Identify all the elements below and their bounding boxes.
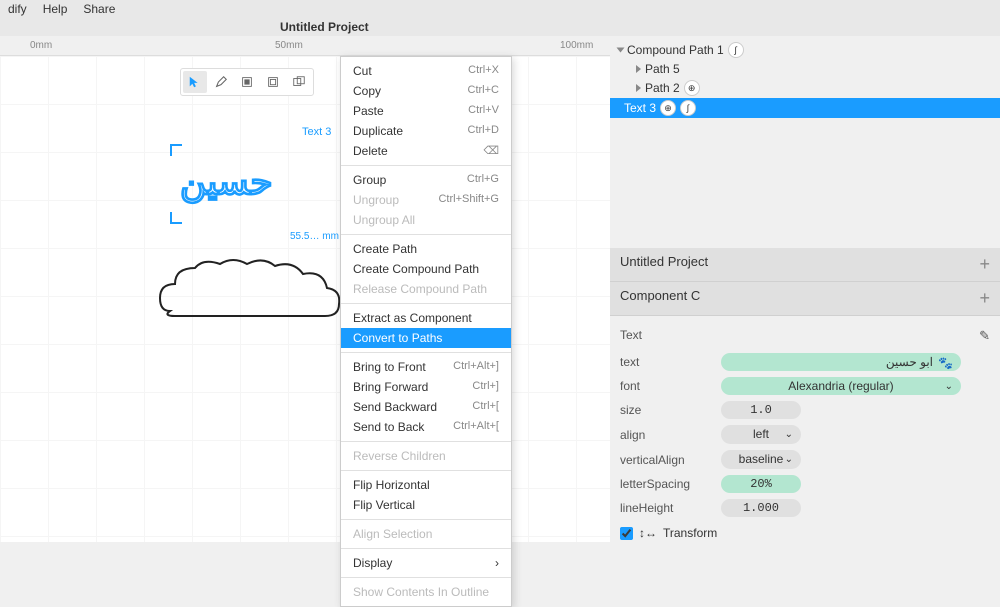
tool-pointer[interactable] — [183, 71, 207, 93]
expand-icon[interactable] — [617, 48, 625, 53]
menu-item-create-compound-path[interactable]: Create Compound Path — [341, 259, 511, 279]
menu-help[interactable]: Help — [43, 2, 68, 16]
menu-bar: dify Help Share — [0, 0, 1000, 18]
menu-separator — [341, 548, 511, 549]
selection-label: Text 3 — [302, 126, 331, 138]
prop-lineheight: lineHeight 1.000 — [610, 496, 1000, 520]
menu-separator — [341, 234, 511, 235]
section-project[interactable]: Untitled Project + — [610, 248, 1000, 282]
valign-select[interactable]: baseline⌄ — [721, 450, 801, 469]
move-icon: ⊕ — [684, 80, 700, 96]
menu-item-copy[interactable]: CopyCtrl+C — [341, 81, 511, 101]
tool-shape-3[interactable] — [287, 71, 311, 93]
prop-align: align left⌄ — [610, 422, 1000, 447]
size-input[interactable]: 1.0 — [721, 401, 801, 419]
chevron-down-icon: ⌄ — [785, 429, 793, 440]
expand-icon[interactable] — [636, 65, 641, 73]
lineheight-input[interactable]: 1.000 — [721, 499, 801, 517]
tool-pen[interactable] — [209, 71, 233, 93]
menu-item-delete[interactable]: Delete⌫ — [341, 141, 511, 161]
chevron-right-icon: › — [495, 556, 499, 570]
chevron-down-icon: ⌄ — [785, 454, 793, 465]
menu-item-align-selection: Align Selection — [341, 524, 511, 544]
chevron-down-icon: ⌄ — [945, 381, 953, 392]
menu-item-bring-forward[interactable]: Bring ForwardCtrl+] — [341, 377, 511, 397]
move-icon: ⊕ — [660, 100, 676, 116]
canvas-area: 0mm 50mm 100mm Text 3 حسين 55.5… mm CutC… — [0, 36, 610, 542]
floating-toolbar — [180, 68, 314, 96]
menu-item-reverse-children: Reverse Children — [341, 446, 511, 466]
text-object[interactable]: حسين — [180, 161, 273, 203]
tool-shape-2[interactable] — [261, 71, 285, 93]
path-icon: ∫ — [680, 100, 696, 116]
layer-path-5[interactable]: Path 5 — [610, 60, 1000, 78]
align-select[interactable]: left⌄ — [721, 425, 801, 444]
context-menu: CutCtrl+XCopyCtrl+CPasteCtrl+VDuplicateC… — [340, 56, 512, 607]
project-title: Untitled Project — [280, 20, 369, 34]
menu-item-flip-vertical[interactable]: Flip Vertical — [341, 495, 511, 515]
menu-item-cut[interactable]: CutCtrl+X — [341, 61, 511, 81]
menu-separator — [341, 165, 511, 166]
canvas[interactable]: Text 3 حسين 55.5… mm CutCtrl+XCopyCtrl+C… — [0, 56, 610, 542]
menu-item-create-path[interactable]: Create Path — [341, 239, 511, 259]
menu-separator — [341, 441, 511, 442]
menu-item-duplicate[interactable]: DuplicateCtrl+D — [341, 121, 511, 141]
transform-icon: ↕↔ — [639, 526, 657, 540]
prop-valign: verticalAlign baseline⌄ — [610, 447, 1000, 472]
prop-letterspacing: letterSpacing 20% — [610, 472, 1000, 496]
layer-path-2[interactable]: Path 2 ⊕ — [610, 78, 1000, 98]
right-panel: Compound Path 1 ∫ Path 5 Path 2 ⊕ Text 3… — [610, 36, 1000, 542]
layer-text-3[interactable]: Text 3 ⊕ ∫ — [610, 98, 1000, 118]
layers-panel: Compound Path 1 ∫ Path 5 Path 2 ⊕ Text 3… — [610, 36, 1000, 248]
menu-item-extract-as-component[interactable]: Extract as Component — [341, 308, 511, 328]
add-icon[interactable]: + — [979, 254, 990, 275]
text-section-header: Text ✎ — [610, 322, 1000, 350]
menu-item-display[interactable]: Display› — [341, 553, 511, 573]
title-bar: Untitled Project — [0, 18, 1000, 36]
menu-item-paste[interactable]: PasteCtrl+V — [341, 101, 511, 121]
dimension-label: 55.5… mm — [290, 231, 339, 242]
tool-shape-1[interactable] — [235, 71, 259, 93]
menu-item-show-contents-in-outline: Show Contents In Outline — [341, 582, 511, 602]
section-component[interactable]: Component C + — [610, 282, 1000, 316]
expand-icon[interactable] — [636, 84, 641, 92]
menu-item-send-to-back[interactable]: Send to BackCtrl+Alt+[ — [341, 417, 511, 437]
menu-item-release-compound-path: Release Compound Path — [341, 279, 511, 299]
edit-icon[interactable]: ✎ — [979, 328, 990, 344]
menu-modify[interactable]: dify — [8, 2, 27, 16]
menu-item-ungroup-all: Ungroup All — [341, 210, 511, 230]
path-icon: ∫ — [728, 42, 744, 58]
font-select[interactable]: Alexandria (regular)⌄ — [721, 377, 961, 395]
transform-checkbox[interactable] — [620, 527, 633, 540]
menu-item-send-backward[interactable]: Send BackwardCtrl+[ — [341, 397, 511, 417]
menu-item-ungroup: UngroupCtrl+Shift+G — [341, 190, 511, 210]
menu-separator — [341, 519, 511, 520]
layer-compound-path[interactable]: Compound Path 1 ∫ — [610, 40, 1000, 60]
menu-item-group[interactable]: GroupCtrl+G — [341, 170, 511, 190]
text-input[interactable]: ابو حسين🐾 — [721, 353, 961, 371]
menu-separator — [341, 303, 511, 304]
prop-size: size 1.0 — [610, 398, 1000, 422]
menu-separator — [341, 577, 511, 578]
ruler-horizontal: 0mm 50mm 100mm — [0, 36, 610, 56]
menu-item-bring-to-front[interactable]: Bring to FrontCtrl+Alt+] — [341, 357, 511, 377]
menu-item-convert-to-paths[interactable]: Convert to Paths — [341, 328, 511, 348]
menu-item-flip-horizontal[interactable]: Flip Horizontal — [341, 475, 511, 495]
properties-panel: Text ✎ text ابو حسين🐾 font Alexandria (r… — [610, 316, 1000, 542]
prop-text: text ابو حسين🐾 — [610, 350, 1000, 374]
prop-font: font Alexandria (regular)⌄ — [610, 374, 1000, 398]
letterspacing-input[interactable]: 20% — [721, 475, 801, 493]
paw-icon[interactable]: 🐾 — [938, 356, 953, 370]
menu-separator — [341, 352, 511, 353]
menu-separator — [341, 470, 511, 471]
menu-share[interactable]: Share — [83, 2, 115, 16]
path-object[interactable] — [155, 256, 345, 331]
transform-section-header: ↕↔ Transform — [610, 520, 1000, 542]
add-icon[interactable]: + — [979, 288, 990, 309]
